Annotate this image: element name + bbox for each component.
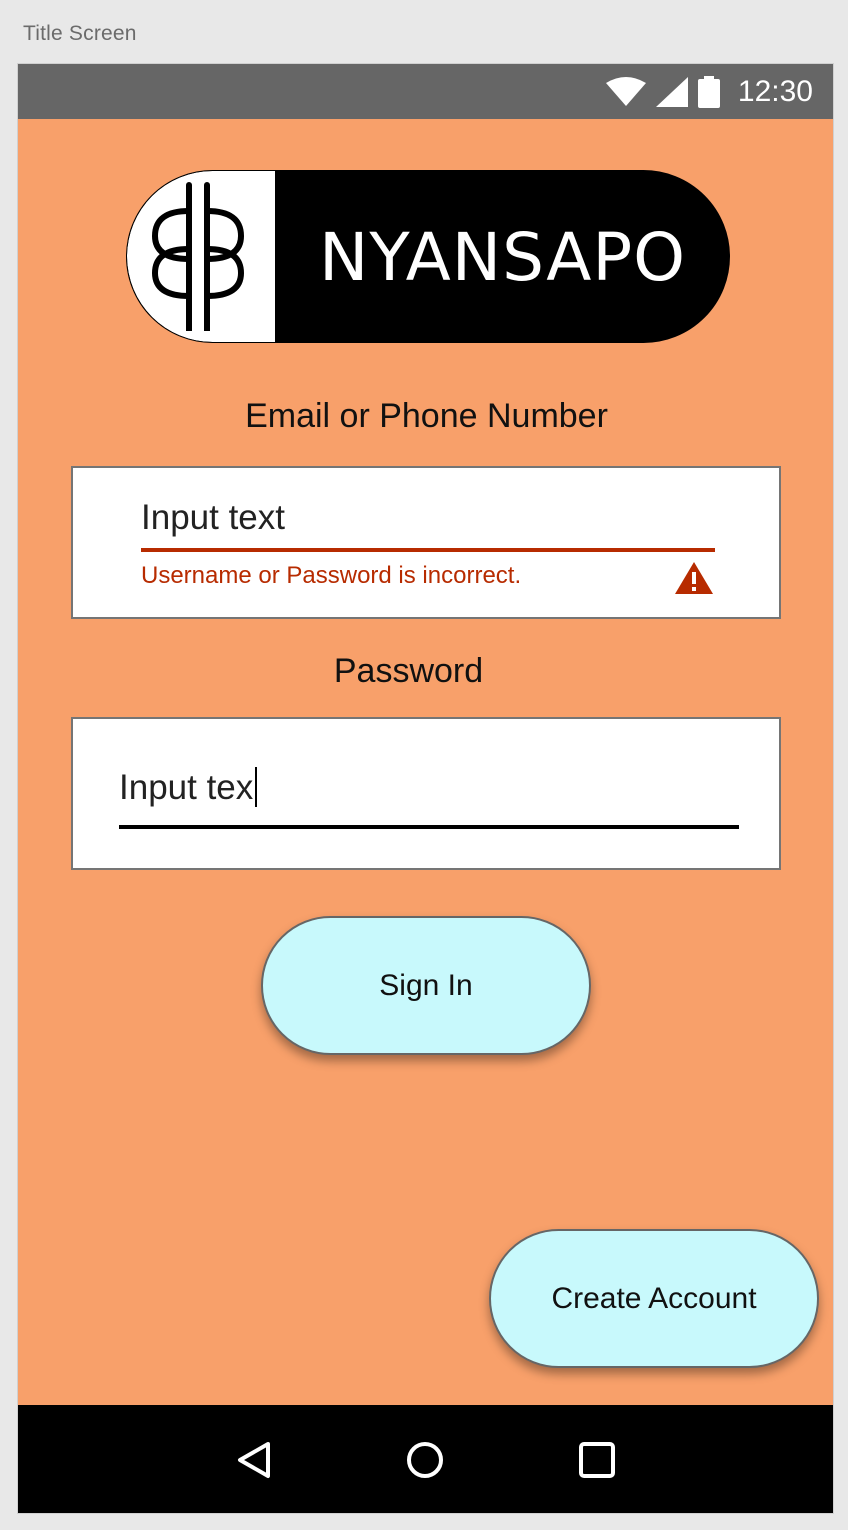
password-label: Password (333, 652, 484, 690)
create-account-button[interactable]: Create Account (489, 1229, 819, 1368)
navigation-bar (18, 1405, 833, 1513)
email-field-card: Input text Username or Password is incor… (71, 466, 781, 619)
password-field-card: Input tex (71, 717, 781, 870)
password-value: Input tex (119, 768, 254, 807)
password-input[interactable]: Input tex (119, 767, 258, 808)
warning-icon (673, 560, 715, 601)
recents-icon[interactable] (577, 1440, 617, 1480)
back-icon[interactable] (234, 1440, 274, 1480)
battery-icon (697, 75, 720, 108)
frame-title: Title Screen (23, 22, 137, 45)
email-underline-error (141, 548, 715, 552)
sign-in-button[interactable]: Sign In (261, 916, 591, 1055)
status-time: 12:30 (737, 74, 813, 108)
status-bar: 12:30 (18, 64, 833, 119)
app-logo: NYANSAPO (126, 170, 730, 343)
logo-text: NYANSAPO (319, 219, 687, 296)
wifi-icon (605, 76, 646, 107)
email-label: Email or Phone Number (245, 397, 608, 435)
phone-screen: 12:30 NYANSAPO Email or Phone Number Inp… (17, 63, 834, 1514)
error-message: Username or Password is incorrect. (141, 562, 522, 589)
email-input[interactable]: Input text (141, 498, 285, 538)
nyansapo-symbol-icon (127, 171, 275, 342)
password-underline (119, 825, 739, 829)
signal-icon (655, 76, 688, 107)
home-icon[interactable] (405, 1440, 445, 1480)
text-caret (255, 767, 258, 807)
